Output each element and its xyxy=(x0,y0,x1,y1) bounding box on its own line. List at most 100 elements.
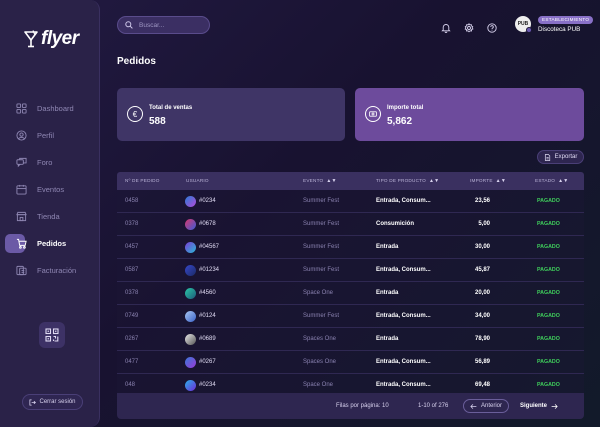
sidebar-item-label: Tienda xyxy=(37,212,60,221)
export-button[interactable]: Exportar xyxy=(537,150,584,164)
column-header-label: USUARIO xyxy=(186,178,209,183)
sort-icon: ▲▼ xyxy=(558,178,569,184)
user-cell[interactable]: #04567 xyxy=(185,236,219,258)
sidebar-item-label: Eventos xyxy=(37,185,65,194)
event-name: Summer Fest xyxy=(303,267,340,273)
rows-per-page[interactable]: Filas por página: 10 xyxy=(336,393,389,419)
help-button[interactable] xyxy=(487,20,497,33)
column-header-label: IMPORTE xyxy=(470,178,493,183)
amount: 20,00 xyxy=(474,290,490,296)
table-row[interactable]: 0457 #04567 Summer Fest Entrada 30,00 PAGADO xyxy=(117,236,584,259)
column-header-user[interactable]: USUARIO xyxy=(186,172,209,190)
user-cell[interactable]: #0124 xyxy=(185,305,216,327)
column-header-order[interactable]: Nº DE PEDIDO xyxy=(125,172,160,190)
order-id: 0587 xyxy=(125,267,139,273)
order-id: 0457 xyxy=(125,244,139,250)
sidebar-item-facturacion[interactable]: Facturación xyxy=(0,257,100,284)
logout-label: Cerrar sesión xyxy=(39,399,76,405)
table-row[interactable]: 0587 #01234 Summer Fest Entrada, Consum... 4… xyxy=(117,259,584,282)
table-row[interactable]: 0267 #0689 Spaces One Entrada 78,90 PAGADO xyxy=(117,328,584,351)
search-input[interactable] xyxy=(139,21,199,29)
euro-icon: € xyxy=(127,106,143,122)
sidebar: flyer Dashboard Perfil Foro Eventos Tien… xyxy=(0,0,100,427)
amount: 23,56 xyxy=(474,198,490,204)
column-header-label: TIPO DE PRODUCTO xyxy=(376,178,426,183)
status-badge: PAGADO xyxy=(537,359,560,365)
avatar xyxy=(185,310,196,322)
product-type: Entrada, Consum... xyxy=(376,198,431,204)
event-name: Summer Fest xyxy=(303,244,340,250)
calendar-icon xyxy=(16,184,27,195)
amount: 56,89 xyxy=(474,359,490,365)
arrow-left-icon xyxy=(470,403,477,409)
product-type: Consumición xyxy=(376,221,415,227)
previous-button[interactable]: Anterior xyxy=(463,399,509,413)
document-icon xyxy=(544,153,550,161)
column-header-product-type[interactable]: TIPO DE PRODUCTO ▲▼ xyxy=(376,172,439,190)
table-header: Nº DE PEDIDO USUARIO EVENTO ▲▼ TIPO DE PR… xyxy=(117,172,584,190)
user-cell[interactable]: #4560 xyxy=(185,282,216,304)
table-row[interactable]: 0477 #0267 Spaces One Entrada, Consum... 56,… xyxy=(117,351,584,374)
avatar xyxy=(185,218,196,230)
sidebar-item-perfil[interactable]: Perfil xyxy=(0,122,100,149)
avatar xyxy=(185,333,196,345)
product-type: Entrada, Consum... xyxy=(376,359,431,365)
brand-logo[interactable]: flyer xyxy=(24,28,79,50)
qr-button[interactable] xyxy=(39,322,65,348)
sidebar-item-tienda[interactable]: Tienda xyxy=(0,203,100,230)
next-button[interactable]: Siguiente xyxy=(515,399,563,413)
table-row[interactable]: 0378 #4560 Space One Entrada 20,00 PAGADO xyxy=(117,282,584,305)
product-type: Entrada xyxy=(376,336,399,342)
user-cell[interactable]: #0689 xyxy=(185,328,216,350)
event-name: Spaces One xyxy=(303,336,337,342)
user-cell[interactable]: #0678 xyxy=(185,213,216,235)
user-menu[interactable]: PUB ESTABLECIMIENTO Discoteca PUB xyxy=(515,16,595,34)
order-id: 0749 xyxy=(125,313,139,319)
avatar xyxy=(185,379,196,391)
table-row[interactable]: 0378 #0678 Summer Fest Consumición 5,00 PAGAD… xyxy=(117,213,584,236)
settings-button[interactable] xyxy=(464,20,474,33)
order-id: 0458 xyxy=(125,198,139,204)
column-header-event[interactable]: EVENTO ▲▼ xyxy=(303,172,337,190)
export-label: Exportar xyxy=(554,154,578,160)
sort-icon: ▲▼ xyxy=(326,178,337,184)
sidebar-item-foro[interactable]: Foro xyxy=(0,149,100,176)
user-cell[interactable]: #0234 xyxy=(185,190,216,212)
table-row[interactable]: 0458 #0234 Summer Fest Entrada, Consum... 23… xyxy=(117,190,584,213)
order-id: 0378 xyxy=(125,290,139,296)
sidebar-item-dashboard[interactable]: Dashboard xyxy=(0,95,100,122)
dashboard-icon xyxy=(16,103,27,114)
table-body: 0458 #0234 Summer Fest Entrada, Consum... 23… xyxy=(117,190,584,397)
product-type: Entrada xyxy=(376,244,399,250)
user-cell[interactable]: #0267 xyxy=(185,351,216,373)
sidebar-item-pedidos[interactable]: Pedidos xyxy=(0,230,100,257)
next-label: Siguiente xyxy=(519,403,547,409)
money-icon xyxy=(365,106,381,122)
amount: 30,00 xyxy=(474,244,490,250)
total-sales-card: € Total de ventas 588 xyxy=(117,88,345,141)
logout-button[interactable]: Cerrar sesión xyxy=(22,394,83,410)
user-cell[interactable]: #01234 xyxy=(185,259,219,281)
event-name: Summer Fest xyxy=(303,313,340,319)
event-name: Summer Fest xyxy=(303,198,340,204)
status-badge: PAGADO xyxy=(537,267,560,273)
card-label: Total de ventas xyxy=(149,105,193,111)
order-id: 0477 xyxy=(125,359,139,365)
search-bar[interactable] xyxy=(117,16,210,34)
user-id: #0689 xyxy=(199,336,216,342)
sidebar-item-label: Pedidos xyxy=(37,239,67,248)
help-icon xyxy=(487,23,497,33)
notifications-button[interactable] xyxy=(441,20,451,33)
avatar: PUB xyxy=(515,16,532,33)
column-header-amount[interactable]: IMPORTE ▲▼ xyxy=(470,172,506,190)
sidebar-item-label: Facturación xyxy=(37,266,77,275)
status-badge: PAGADO xyxy=(537,313,560,319)
column-header-status[interactable]: ESTADO ▲▼ xyxy=(535,172,568,190)
table-row[interactable]: 0749 #0124 Summer Fest Entrada, Consum... 34… xyxy=(117,305,584,328)
total-amount-card: Importe total 5,862 xyxy=(355,88,584,141)
arrow-right-icon xyxy=(551,403,558,409)
sidebar-item-label: Dashboard xyxy=(37,104,74,113)
avatar xyxy=(185,241,196,253)
sidebar-item-label: Perfil xyxy=(37,131,55,140)
sidebar-item-eventos[interactable]: Eventos xyxy=(0,176,100,203)
